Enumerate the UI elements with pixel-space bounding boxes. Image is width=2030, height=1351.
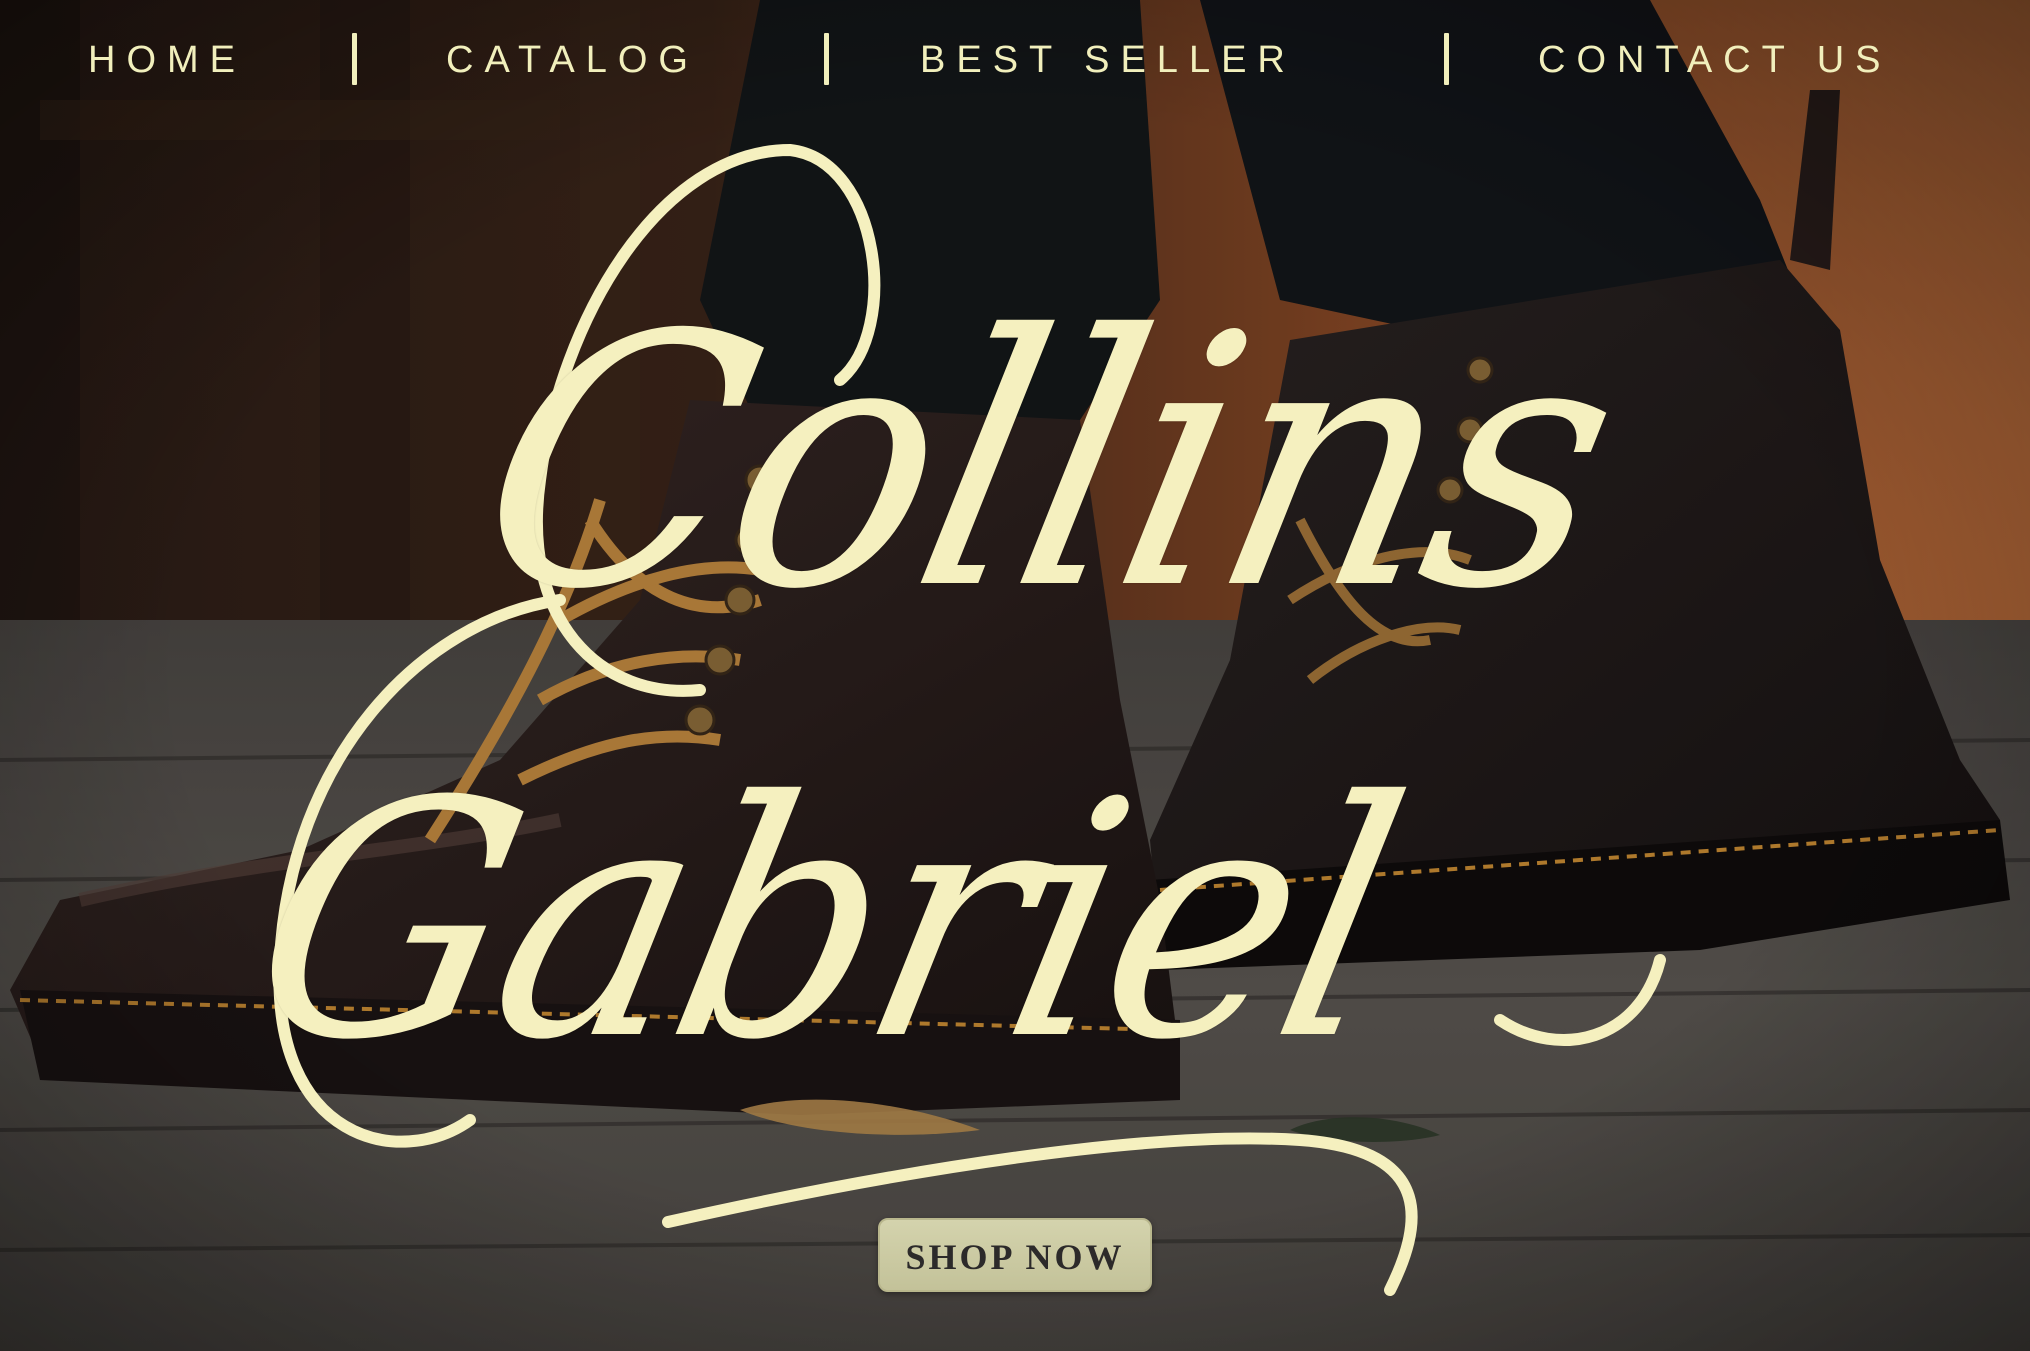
hero-background-photo <box>0 0 2030 1351</box>
nav-home[interactable]: HOME <box>88 30 246 90</box>
nav-separator <box>352 33 357 85</box>
hero-page: Collins Gabriel HOME CATALOG BEST SELLER… <box>0 0 2030 1351</box>
nav-separator <box>1444 33 1449 85</box>
nav-separator <box>824 33 829 85</box>
nav-contact-us[interactable]: CONTACT US <box>1538 30 1892 90</box>
shop-now-button[interactable]: SHOP NOW <box>878 1218 1152 1292</box>
nav-best-seller[interactable]: BEST SELLER <box>920 30 1296 90</box>
top-nav: HOME CATALOG BEST SELLER CONTACT US <box>0 30 2030 90</box>
nav-catalog[interactable]: CATALOG <box>446 30 699 90</box>
